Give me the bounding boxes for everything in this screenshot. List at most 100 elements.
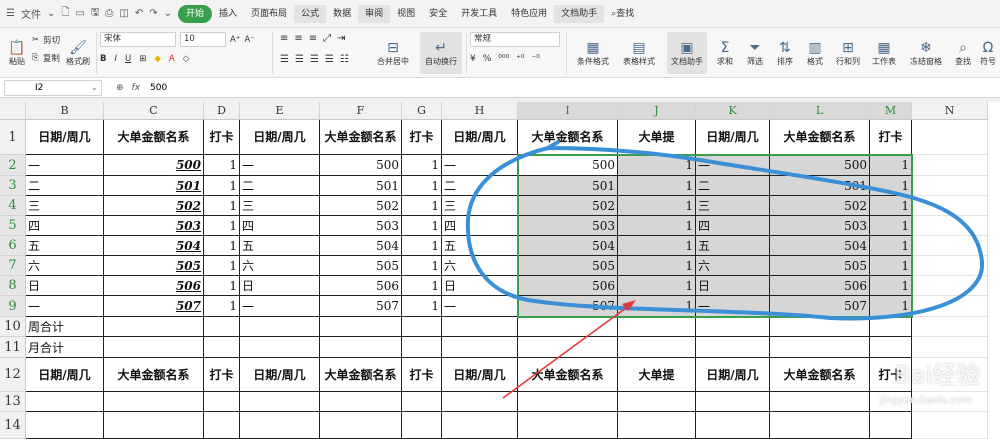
bold-icon[interactable]: B	[100, 54, 106, 64]
row-header-12[interactable]: 12	[0, 358, 26, 392]
row-header-7[interactable]: 7	[0, 256, 26, 276]
day-cell[interactable]: 六	[442, 256, 518, 276]
day-cell[interactable]: 一	[442, 155, 518, 176]
day-cell[interactable]: 五	[696, 236, 770, 256]
header-cell-b[interactable]: 日期/周几	[26, 358, 104, 392]
cell[interactable]	[442, 412, 518, 439]
header-cell-d[interactable]: 打卡	[204, 358, 240, 392]
punch-cell[interactable]: 1	[870, 276, 912, 296]
punch-cell[interactable]: 1	[870, 236, 912, 256]
chevron-down-icon[interactable]: ⌄	[90, 81, 98, 95]
cut-button[interactable]: ✂ 剪切	[32, 34, 60, 46]
cell[interactable]	[104, 317, 204, 337]
column-header-k[interactable]: K	[696, 102, 770, 120]
sort-button[interactable]: ⇅ 排序	[770, 32, 800, 74]
amount-cell[interactable]: 505	[104, 256, 204, 276]
punch-cell[interactable]: 1	[204, 276, 240, 296]
day-cell[interactable]: 五	[240, 236, 320, 256]
header-cell-c[interactable]: 大单金额名系	[104, 358, 204, 392]
cell[interactable]	[912, 176, 988, 196]
day-cell[interactable]: 日	[240, 276, 320, 296]
amount-cell[interactable]: 507	[770, 296, 870, 317]
cell[interactable]	[912, 317, 988, 337]
open-icon[interactable]: ▭	[75, 8, 84, 19]
header-cell-m[interactable]: 打卡	[870, 120, 912, 155]
amount-cell[interactable]: 505	[770, 256, 870, 276]
distributed-icon[interactable]: ☷	[340, 54, 349, 65]
punch-cell[interactable]: 1	[870, 196, 912, 216]
row-header-13[interactable]: 13	[0, 392, 26, 412]
tab-developer[interactable]: 开发工具	[454, 5, 504, 23]
align-center-icon[interactable]: ☰	[295, 54, 304, 65]
day-cell[interactable]: 三	[240, 196, 320, 216]
clear-icon[interactable]: ◇	[183, 54, 190, 64]
cell[interactable]	[770, 392, 870, 412]
wrap-text-button[interactable]: ↵ 自动换行	[420, 32, 462, 74]
day-cell[interactable]: 五	[442, 236, 518, 256]
worksheet-button[interactable]: ▦ 工作表	[866, 32, 902, 74]
format-button[interactable]: ▥ 格式	[800, 32, 830, 74]
header-cell-g[interactable]: 打卡	[402, 120, 442, 155]
undo-icon[interactable]: ↶	[135, 8, 143, 19]
font-color-icon[interactable]: A	[169, 54, 175, 64]
day-cell[interactable]: 一	[696, 296, 770, 317]
header-cell-f[interactable]: 大单金额名系	[320, 358, 402, 392]
row-header-14[interactable]: 14	[0, 412, 26, 439]
tab-review[interactable]: 审阅	[358, 4, 391, 23]
day-cell[interactable]: 三	[442, 196, 518, 216]
merge-center-button[interactable]: ⊟ 合并居中	[370, 32, 416, 74]
cell[interactable]	[912, 412, 988, 439]
cell[interactable]	[26, 412, 104, 439]
align-bottom-icon[interactable]: ≡	[309, 33, 317, 44]
punch-cell[interactable]: 1	[402, 155, 442, 176]
amount-cell[interactable]: 507	[104, 296, 204, 317]
cell[interactable]	[696, 317, 770, 337]
day-cell[interactable]: 四	[696, 216, 770, 236]
header-cell-m[interactable]: 打卡	[870, 358, 912, 392]
cell[interactable]	[402, 317, 442, 337]
header-cell-l[interactable]: 大单金额名系	[770, 120, 870, 155]
file-menu[interactable]: 文件	[21, 6, 41, 21]
column-header-d[interactable]: D	[204, 102, 240, 120]
cell[interactable]	[240, 337, 320, 358]
punch-cell[interactable]: 1	[204, 196, 240, 216]
header-cell-l[interactable]: 大单金额名系	[770, 358, 870, 392]
cell[interactable]	[104, 412, 204, 439]
find-button[interactable]: ⌕ 查找	[950, 32, 976, 74]
table-style-button[interactable]: ▤ 表格样式	[616, 32, 662, 74]
cell[interactable]	[518, 392, 618, 412]
punch-cell[interactable]: 1	[870, 155, 912, 176]
amount-cell[interactable]: 506	[320, 276, 402, 296]
punch-cell[interactable]: 1	[402, 216, 442, 236]
row-header-10[interactable]: 10	[0, 317, 26, 337]
column-header-l[interactable]: L	[770, 102, 870, 120]
select-all-corner[interactable]	[0, 102, 26, 120]
increase-decimal-icon[interactable]: ⁺⁰	[516, 54, 524, 64]
column-header-g[interactable]: G	[402, 102, 442, 120]
align-right-icon[interactable]: ☰	[310, 54, 319, 65]
tab-data[interactable]: 数据	[326, 5, 358, 23]
amount-cell[interactable]: 502	[320, 196, 402, 216]
cell[interactable]	[912, 216, 988, 236]
header-cell-j[interactable]: 大单提	[618, 120, 696, 155]
amount-cell[interactable]: 500	[104, 155, 204, 176]
cell[interactable]	[912, 256, 988, 276]
amount-cell[interactable]: 502	[770, 196, 870, 216]
cell[interactable]	[770, 337, 870, 358]
cell[interactable]	[696, 392, 770, 412]
chevron-down-icon[interactable]: ⌄	[47, 8, 55, 19]
shrink-font-icon[interactable]: A⁻	[244, 35, 254, 45]
day-cell[interactable]: 二	[442, 176, 518, 196]
row-header-6[interactable]: 6	[0, 236, 26, 256]
cell[interactable]	[104, 392, 204, 412]
day-cell[interactable]: 一	[26, 155, 104, 176]
column-header-c[interactable]: C	[104, 102, 204, 120]
filter-button[interactable]: ⏷ 筛选	[740, 32, 770, 74]
more-icon[interactable]: ⌄	[164, 8, 172, 19]
cell[interactable]	[240, 317, 320, 337]
day-cell[interactable]: 一	[26, 296, 104, 317]
header-cell-f[interactable]: 大单金额名系	[320, 120, 402, 155]
punch-cell[interactable]: 1	[204, 236, 240, 256]
freeze-button[interactable]: ❄ 冻结窗格	[904, 32, 948, 74]
column-header-n[interactable]: N	[912, 102, 988, 120]
